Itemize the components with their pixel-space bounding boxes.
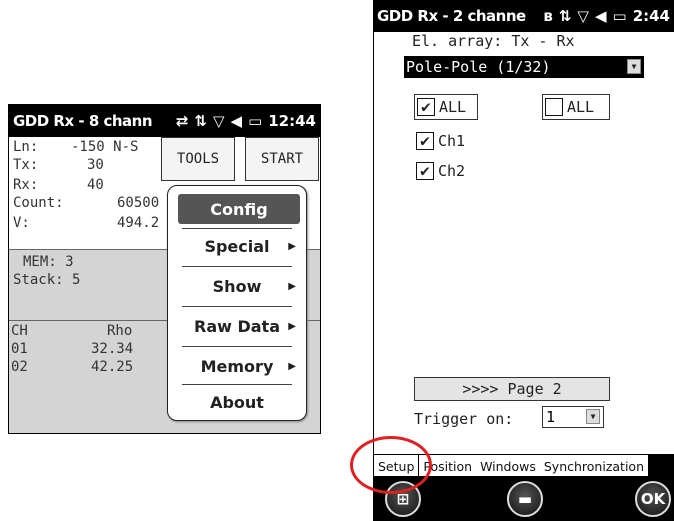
mem-count: MEM: 3 [23, 254, 74, 270]
next-page-button[interactable]: >>>> Page 2 [414, 377, 610, 401]
channel-2-checkbox[interactable]: ✔ Ch2 [416, 162, 465, 180]
channel-1-label: Ch1 [438, 132, 466, 150]
chevron-down-icon: ▼ [627, 59, 641, 74]
checkbox-checked-icon: ✔ [416, 132, 434, 150]
checkbox-checked-icon: ✔ [416, 162, 434, 180]
submenu-arrow-icon: ▶ [288, 240, 296, 252]
menu-item-label: Config [210, 199, 268, 219]
ln-value: -150 N-S [71, 139, 139, 155]
ok-button[interactable]: OK [635, 481, 671, 517]
select-all-label: ALL [439, 98, 467, 116]
voltage-label: V: [13, 215, 30, 231]
left-window-title: GDD Rx - 8 chann [13, 112, 153, 130]
menu-item-memory[interactable]: Memory ▶ [176, 348, 298, 384]
array-label: El. array: Tx - Rx [412, 32, 575, 50]
setup-panel: El. array: Tx - Rx Pole-Pole (1/32) ▼ ✔ … [373, 32, 674, 454]
chevron-down-icon: ▼ [586, 409, 600, 424]
left-status-icons: ⇄ ⇅ ▽ ◀︎ ▭ [176, 112, 262, 130]
select-all-checkbox[interactable]: ✔ ALL [417, 98, 466, 116]
array-select[interactable]: Pole-Pole (1/32) ▼ [404, 56, 644, 78]
tx-value: 30 [87, 157, 104, 173]
submenu-arrow-icon: ▶ [288, 360, 296, 372]
array-select-value: Pole-Pole (1/32) [406, 58, 551, 76]
left-status-bar: GDD Rx - 8 chann ⇄ ⇅ ▽ ◀︎ ▭ 12:44 [9, 105, 320, 137]
table-row-2-ch: 02 [11, 359, 28, 375]
select-all-button[interactable]: ✔ ALL [414, 94, 478, 120]
right-window-title: GDD Rx - 2 channe [377, 7, 526, 25]
deselect-all-label: ALL [567, 98, 595, 116]
voltage-value: 494.2 [117, 215, 160, 231]
deselect-all-checkbox[interactable]: ALL [545, 98, 594, 116]
menu-item-label: Raw Data [194, 316, 280, 336]
battery-icon: ▭ [612, 7, 627, 25]
table-header-ch: CH [11, 323, 28, 339]
rx-label: Rx: [13, 177, 39, 193]
channel-2-label: Ch2 [438, 162, 466, 180]
menu-item-label: Show [212, 276, 262, 296]
channel-1-checkbox[interactable]: ✔ Ch1 [416, 132, 465, 150]
menu-item-config[interactable]: Config [178, 194, 300, 224]
menu-item-label: Special [204, 236, 270, 256]
tab-synchronization[interactable]: Synchronization [540, 455, 648, 477]
signal-off-icon: ▽ [212, 112, 225, 130]
menu-item-show[interactable]: Show ▶ [176, 268, 298, 304]
rx-value: 40 [87, 177, 104, 193]
ok-label: OK [640, 490, 666, 508]
table-header-rho: Rho [107, 323, 133, 339]
ln-label: Ln: [13, 139, 39, 155]
left-device-screen: GDD Rx - 8 chann ⇄ ⇅ ▽ ◀︎ ▭ 12:44 Ln: -1… [8, 104, 321, 434]
right-status-icons: ʙ ⇅ ▽ ◀︎ ▭ [543, 7, 626, 25]
deselect-all-button[interactable]: ALL [542, 94, 610, 120]
bluetooth-icon: ʙ [543, 7, 553, 25]
highlight-circle [350, 436, 432, 494]
battery-icon: ▭ [248, 112, 263, 130]
right-clock: 2:44 [632, 7, 670, 25]
tools-button[interactable]: TOOLS [161, 137, 235, 181]
volume-icon: ◀︎ [230, 112, 243, 130]
start-button[interactable]: START [245, 137, 319, 181]
menu-item-raw-data[interactable]: Raw Data ▶ [176, 308, 298, 344]
menu-divider [182, 266, 292, 267]
left-clock: 12:44 [268, 112, 316, 130]
sync-icon: ⇄ [175, 112, 189, 130]
right-status-bar: GDD Rx - 2 channe ʙ ⇅ ▽ ◀︎ ▭ 2:44 [373, 0, 674, 32]
menu-item-label: Memory [200, 356, 274, 376]
stack-count: Stack: 5 [13, 272, 81, 288]
checkbox-checked-icon: ✔ [417, 98, 435, 116]
submenu-arrow-icon: ▶ [288, 320, 296, 332]
signal-off-icon: ▽ [577, 7, 589, 25]
sync-icon: ⇅ [558, 7, 572, 25]
tools-menu: Config Special ▶ Show ▶ Raw Data ▶ Memory ▶ … [167, 185, 307, 421]
count-value: 60500 [117, 195, 160, 211]
sync-icon: ⇅ [194, 112, 207, 130]
volume-icon: ◀︎ [594, 7, 607, 25]
trigger-label: Trigger on: [414, 410, 514, 428]
tab-bar-filler [648, 455, 674, 476]
tab-windows[interactable]: Windows [476, 455, 540, 477]
menu-item-label: About [210, 392, 264, 412]
trigger-select-value: 1 [546, 408, 556, 426]
checkbox-unchecked-icon [545, 98, 563, 116]
menu-item-special[interactable]: Special ▶ [176, 228, 298, 264]
tx-label: Tx: [13, 157, 39, 173]
menu-divider [182, 306, 292, 307]
submenu-arrow-icon: ▶ [288, 280, 296, 292]
table-row-1-rho: 32.34 [91, 341, 134, 357]
table-row-1-ch: 01 [11, 341, 28, 357]
keyboard-icon[interactable]: ▬ [507, 481, 543, 517]
trigger-select[interactable]: 1 ▼ [542, 406, 604, 428]
table-row-2-rho: 42.25 [91, 359, 134, 375]
menu-divider [182, 346, 292, 347]
menu-item-about[interactable]: About [176, 384, 298, 420]
count-label: Count: [13, 195, 64, 211]
